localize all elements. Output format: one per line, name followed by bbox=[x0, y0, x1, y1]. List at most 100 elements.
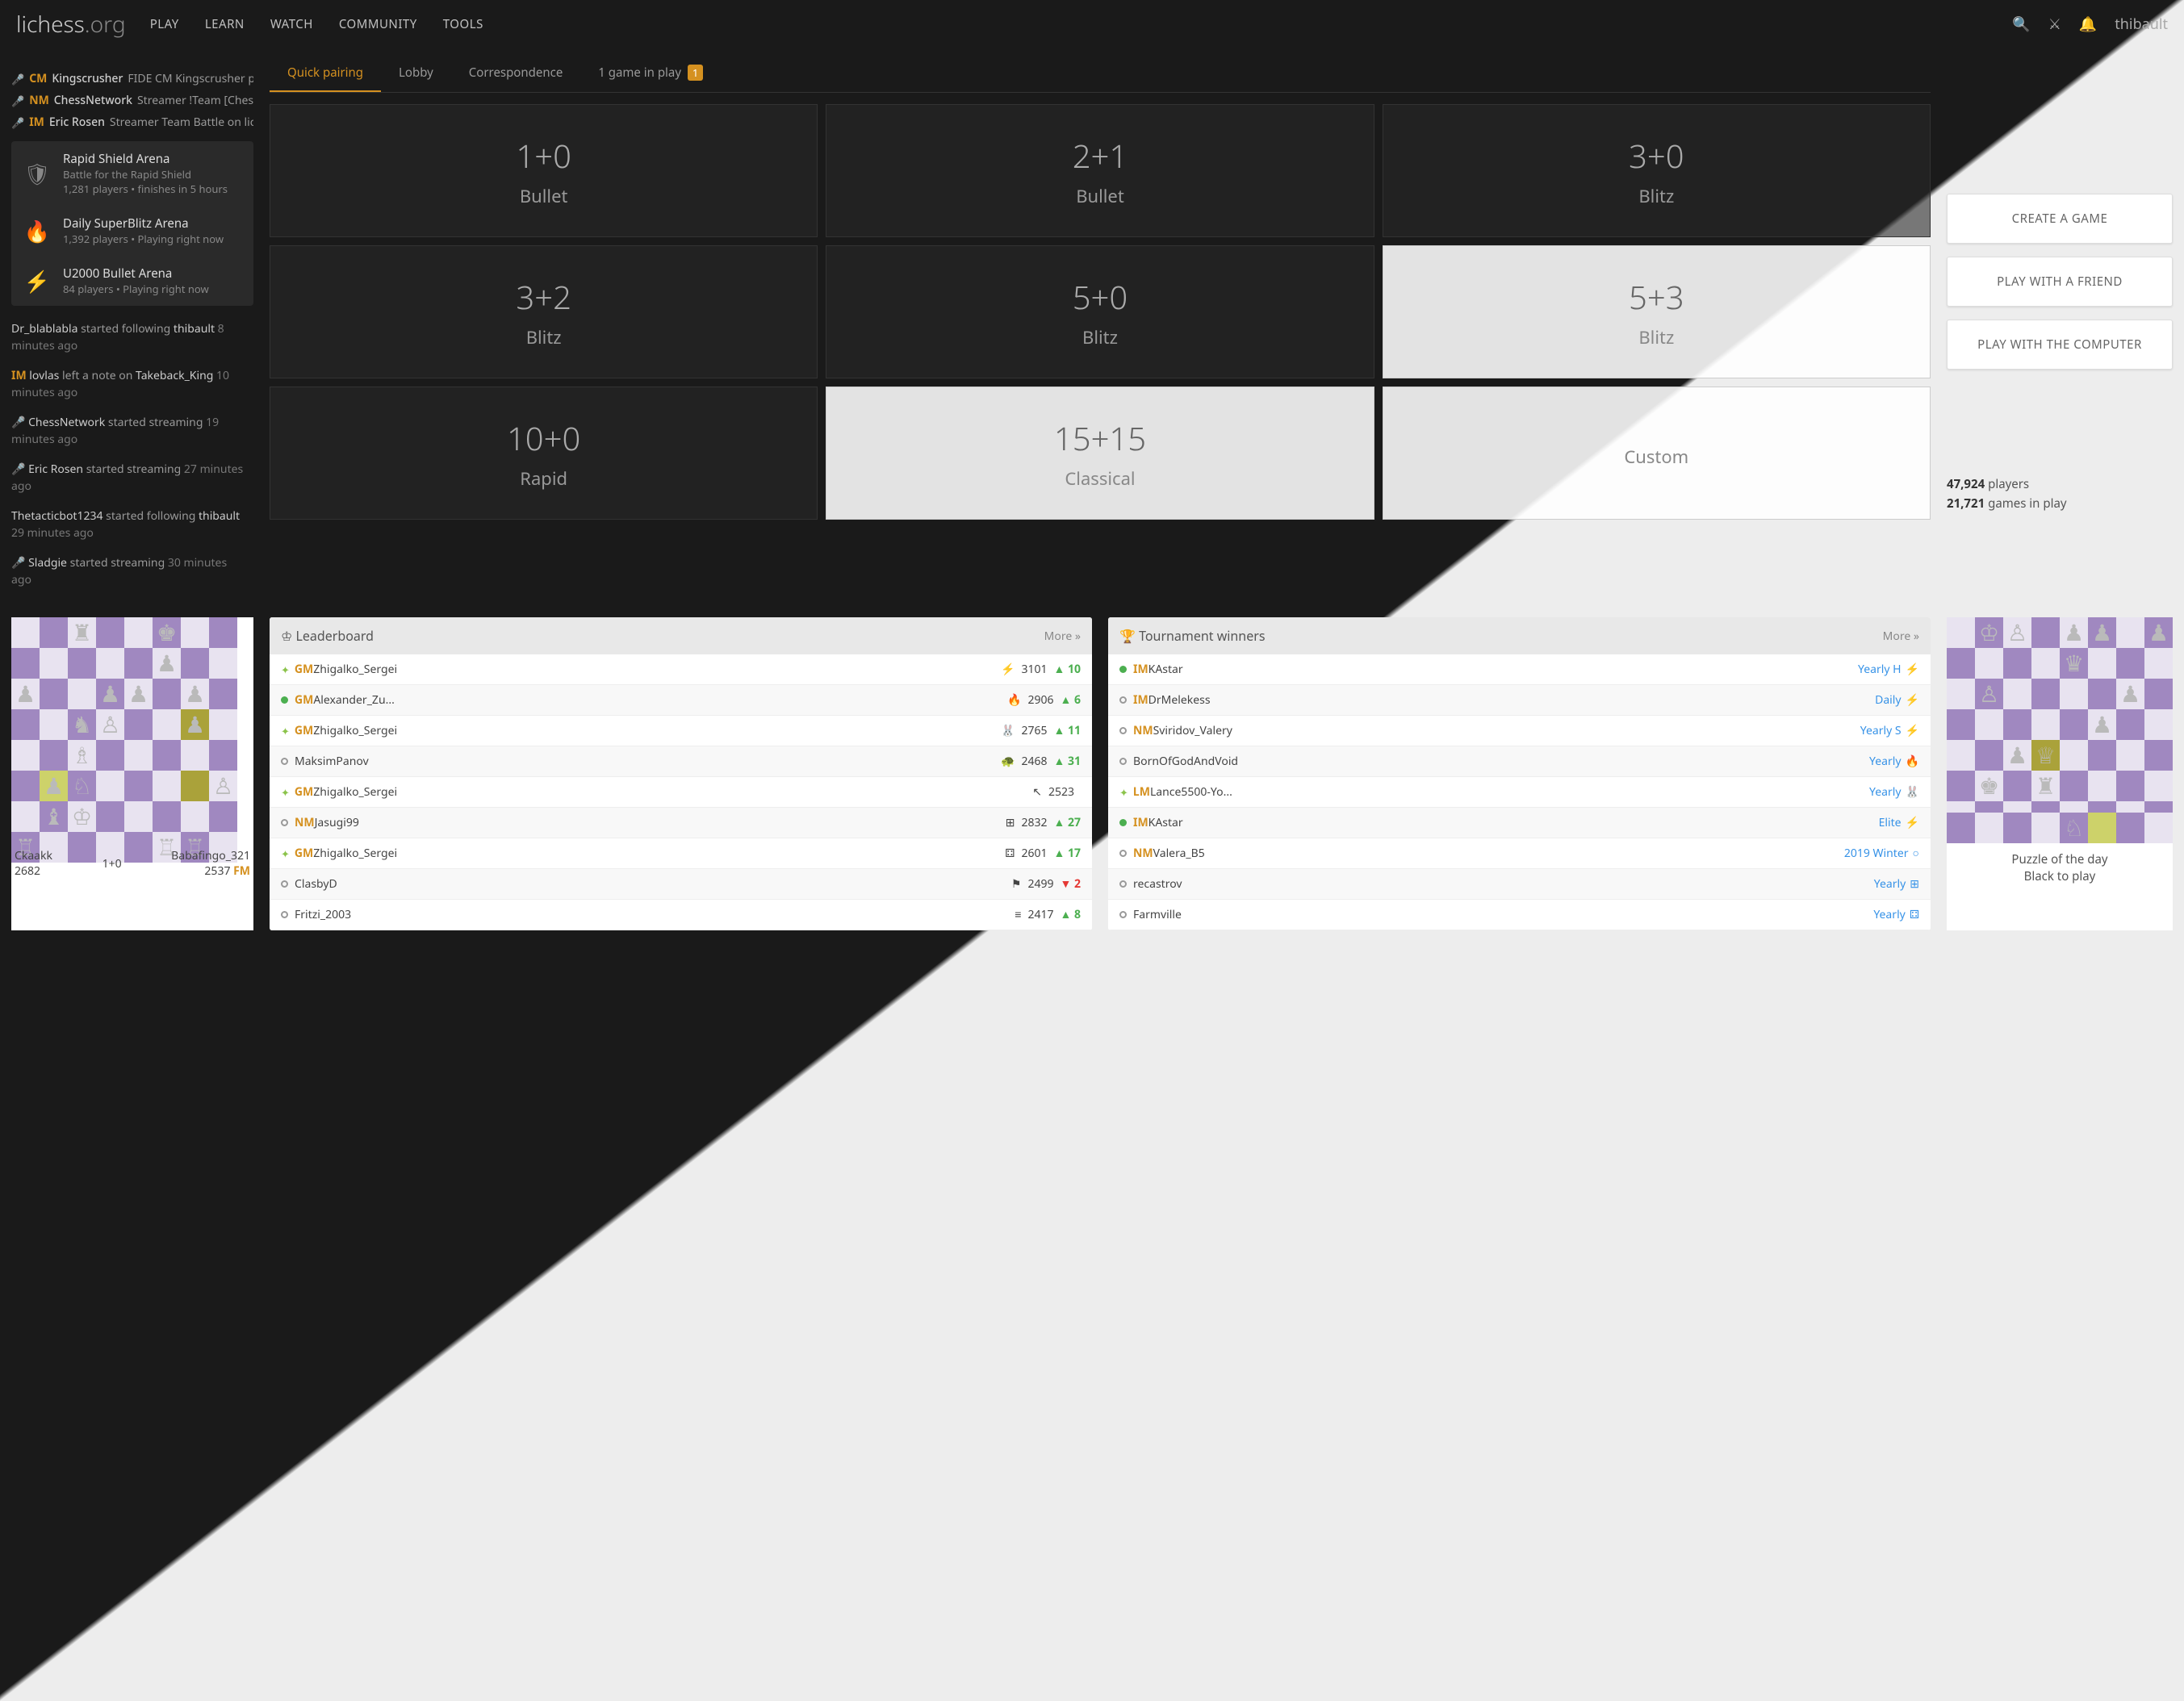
winner-row[interactable]: IM KAstarYearly H ⚡ bbox=[1108, 654, 1931, 685]
winners-more[interactable]: More » bbox=[1883, 629, 1919, 644]
winner-row[interactable]: BornOfGodAndVoidYearly 🔥 bbox=[1108, 746, 1931, 777]
username-menu[interactable]: thibault bbox=[2115, 15, 2168, 34]
board-square bbox=[124, 648, 153, 679]
tab-in-play[interactable]: 1 game in play 1 bbox=[580, 55, 721, 92]
winner-row[interactable]: FarmvilleYearly ⚃ bbox=[1108, 900, 1931, 930]
play-computer-button[interactable]: PLAY WITH THE COMPUTER bbox=[1947, 320, 2173, 370]
board-square bbox=[181, 801, 209, 832]
bolt-icon: ⚡ bbox=[23, 266, 52, 295]
board-square: ♙ bbox=[209, 771, 237, 801]
board-square: ♟ bbox=[11, 679, 40, 709]
featured-game[interactable]: ♜♚♟♟♟♟♟♞♙♟♗♟♘♙♝♔♖♖♖ Ckaakk2682 1+0 Babaf… bbox=[11, 617, 253, 930]
top-header: lichess.org PLAY LEARN WATCH COMMUNITY T… bbox=[0, 0, 2184, 48]
feed-item[interactable]: 🎤 Eric Rosen started streaming 27 minute… bbox=[11, 461, 249, 495]
pairing-cell[interactable]: 5+0Blitz bbox=[826, 245, 1374, 378]
board-square bbox=[2116, 709, 2144, 740]
play-friend-button[interactable]: PLAY WITH A FRIEND bbox=[1947, 257, 2173, 307]
board-square bbox=[2060, 771, 2088, 801]
wing-icon: ✦ bbox=[281, 724, 290, 738]
winner-row[interactable]: NM Valera_B52019 Winter ○ bbox=[1108, 838, 1931, 869]
leaderboard-row[interactable]: ClasbyD⚑ 2499 ▼ 2 bbox=[270, 869, 1092, 900]
streamer-item[interactable]: 🎤 CM Kingscrusher FIDE CM Kingscrusher p… bbox=[11, 68, 253, 90]
feed-item[interactable]: 🎤 Sladgie started streaming 30 minutes a… bbox=[11, 554, 249, 588]
leaderboard-row[interactable]: ✦GM Zhigalko_Sergei⚃ 2601 ▲ 17 bbox=[270, 838, 1092, 869]
streamer-item[interactable]: 🎤 IM Eric Rosen Streamer Team Battle on … bbox=[11, 111, 253, 133]
streamer-item[interactable]: 🎤 NM ChessNetwork Streamer !Team [Chess.… bbox=[11, 90, 253, 111]
feed-item[interactable]: Thetacticbot1234 started following thiba… bbox=[11, 508, 249, 541]
flame-icon: 🔥 bbox=[23, 216, 52, 245]
notification-icon[interactable]: 🔔 bbox=[2079, 15, 2097, 34]
tournament-item[interactable]: 🛡Rapid Shield ArenaBattle for the Rapid … bbox=[11, 141, 253, 206]
winner-row[interactable]: NM Sviridov_ValeryYearly S ⚡ bbox=[1108, 716, 1931, 746]
nav-learn[interactable]: LEARN bbox=[205, 16, 245, 32]
leaderboard-row[interactable]: NM Jasugi99⊞ 2832 ▲ 27 bbox=[270, 808, 1092, 838]
tab-lobby[interactable]: Lobby bbox=[381, 55, 451, 92]
board-square bbox=[181, 740, 209, 771]
board-square: ♟ bbox=[181, 679, 209, 709]
pairing-cell[interactable]: 3+0Blitz bbox=[1383, 104, 1931, 237]
leaderboard-row[interactable]: ✦GM Zhigalko_Sergei⚡ 3101 ▲ 10 bbox=[270, 654, 1092, 685]
board-square bbox=[11, 709, 40, 740]
center-panel: Quick pairing Lobby Correspondence 1 gam… bbox=[270, 48, 1931, 601]
create-game-button[interactable]: CREATE A GAME bbox=[1947, 194, 2173, 244]
board-square bbox=[2144, 740, 2173, 771]
pairing-cell[interactable]: 3+2Blitz bbox=[270, 245, 818, 378]
logo[interactable]: lichess.org bbox=[16, 9, 126, 40]
status-dot bbox=[281, 880, 288, 888]
leaderboard-more[interactable]: More » bbox=[1044, 629, 1081, 644]
board-square bbox=[2031, 679, 2060, 709]
board-square: ♕ bbox=[2031, 740, 2060, 771]
leaderboard-row[interactable]: ✦GM Zhigalko_Sergei🐰 2765 ▲ 11 bbox=[270, 716, 1092, 746]
nav-community[interactable]: COMMUNITY bbox=[339, 16, 417, 32]
nav-tools[interactable]: TOOLS bbox=[443, 16, 483, 32]
nav-play[interactable]: PLAY bbox=[150, 16, 179, 32]
sidebar-left: 🎤 CM Kingscrusher FIDE CM Kingscrusher p… bbox=[11, 48, 253, 601]
leaderboard-row[interactable]: GM Alexander_Zu...🔥 2906 ▲ 6 bbox=[270, 685, 1092, 716]
winner-row[interactable]: ✦LM Lance5500-Yo...Yearly 🐰 bbox=[1108, 777, 1931, 808]
board-square bbox=[2144, 801, 2173, 813]
board-square bbox=[2060, 679, 2088, 709]
board-square bbox=[68, 832, 96, 863]
board-square: ♟ bbox=[124, 679, 153, 709]
board-square: ♙ bbox=[1975, 679, 2003, 709]
mic-icon: 🎤 bbox=[11, 72, 24, 86]
board-square bbox=[1947, 813, 1975, 843]
leaderboard-row[interactable]: MaksimPanov🐢 2468 ▲ 31 bbox=[270, 746, 1092, 777]
tab-quick-pairing[interactable]: Quick pairing bbox=[270, 55, 381, 92]
pairing-cell[interactable]: Custom bbox=[1383, 387, 1931, 520]
board-square bbox=[1947, 679, 1975, 709]
puzzle-of-day[interactable]: ♔♙♟♟♟♛♙♟♟♟♕♚♜♘ Puzzle of the dayBlack to… bbox=[1947, 617, 2173, 930]
pairing-cell[interactable]: 10+0Rapid bbox=[270, 387, 818, 520]
site-stats: 47,924 players 21,721 games in play bbox=[1947, 474, 2173, 513]
nav-watch[interactable]: WATCH bbox=[270, 16, 313, 32]
winner-row[interactable]: recastrovYearly ⊞ bbox=[1108, 869, 1931, 900]
board-square bbox=[124, 832, 153, 863]
mic-icon: 🎤 bbox=[11, 94, 24, 108]
feed-item[interactable]: Dr_blablabla started following thibault … bbox=[11, 320, 249, 354]
winner-row[interactable]: IM KAstarElite ⚡ bbox=[1108, 808, 1931, 838]
tournament-item[interactable]: 🔥Daily SuperBlitz Arena1,392 players • P… bbox=[11, 206, 253, 256]
board-square bbox=[2060, 801, 2088, 813]
pairing-cell[interactable]: 1+0Bullet bbox=[270, 104, 818, 237]
winner-row[interactable]: IM DrMelekessDaily ⚡ bbox=[1108, 685, 1931, 716]
board-square bbox=[2031, 709, 2060, 740]
challenge-icon[interactable]: ⚔ bbox=[2048, 15, 2061, 34]
pairing-cell[interactable]: 2+1Bullet bbox=[826, 104, 1374, 237]
pairing-cell[interactable]: 5+3Blitz bbox=[1383, 245, 1931, 378]
board-square: ♘ bbox=[2060, 813, 2088, 843]
leaderboard-row[interactable]: ✦GM Zhigalko_Sergei↖ 2523 bbox=[270, 777, 1092, 808]
search-icon[interactable]: 🔍 bbox=[2012, 15, 2030, 34]
pairing-cell[interactable]: 15+15Classical bbox=[826, 387, 1374, 520]
leaderboard-row[interactable]: Fritzi_2003≡ 2417 ▲ 8 bbox=[270, 900, 1092, 930]
tab-correspondence[interactable]: Correspondence bbox=[451, 55, 580, 92]
board-square: ♛ bbox=[2060, 648, 2088, 679]
status-dot bbox=[1119, 666, 1127, 673]
status-dot bbox=[281, 758, 288, 765]
board-square bbox=[2144, 813, 2173, 843]
feed-item[interactable]: 🎤 ChessNetwork started streaming 19 minu… bbox=[11, 414, 249, 448]
board-square bbox=[181, 771, 209, 801]
tournament-item[interactable]: ⚡U2000 Bullet Arena84 players • Playing … bbox=[11, 256, 253, 306]
feed-item[interactable]: IM lovlas left a note on Takeback_King 1… bbox=[11, 367, 249, 401]
status-dot bbox=[281, 696, 288, 704]
board-square bbox=[124, 740, 153, 771]
